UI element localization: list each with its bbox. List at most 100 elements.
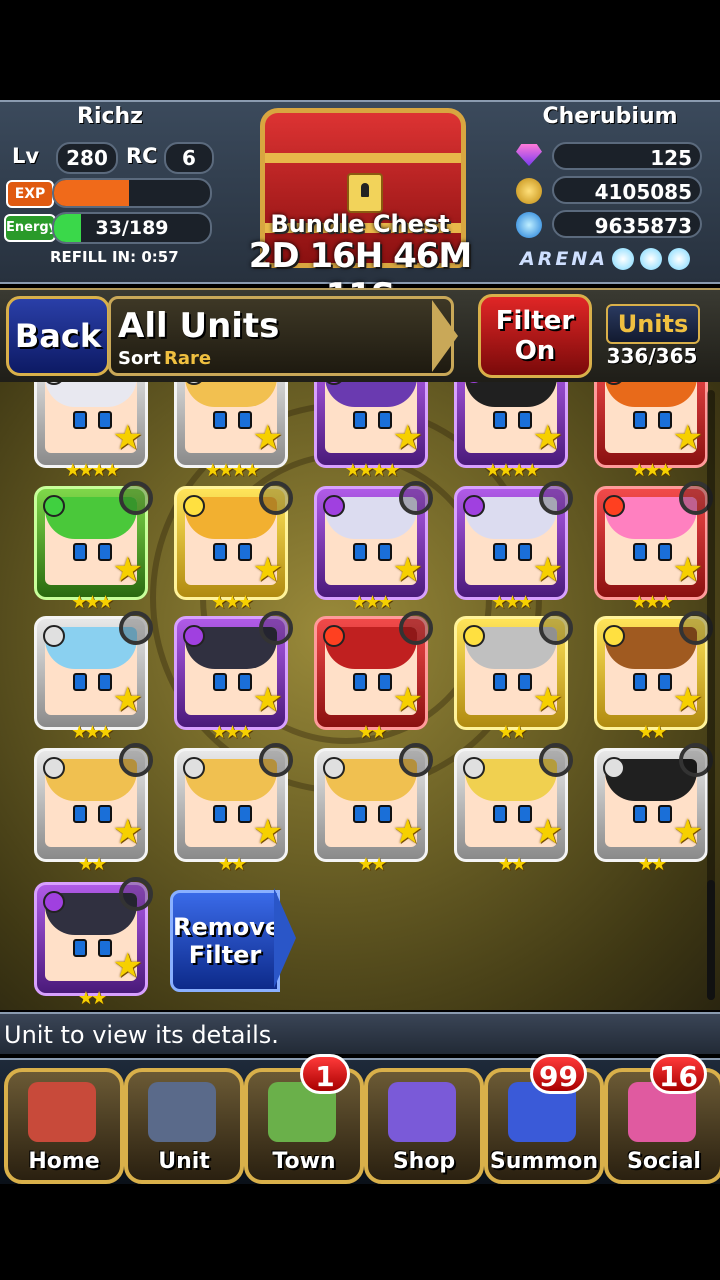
unit-card[interactable]: ★ ★★★ xyxy=(34,481,153,613)
lock-icon xyxy=(347,173,383,213)
favorite-star-icon: ★ xyxy=(112,946,143,986)
select-circle-icon xyxy=(119,481,153,515)
unit-rarity-stars: ★★ xyxy=(77,988,107,1009)
unit-rarity-stars: ★★★★ xyxy=(204,460,261,481)
level-label: Lv xyxy=(12,144,40,168)
notification-badge: 1 xyxy=(300,1054,350,1094)
arena-orb-icon xyxy=(612,248,634,270)
zel-count: 4105085 xyxy=(552,176,702,204)
energy-bar: 33/189 xyxy=(52,212,212,244)
level-value: 280 xyxy=(56,142,118,174)
favorite-star-icon: ★ xyxy=(252,418,283,458)
sort-value[interactable]: Rare xyxy=(164,348,211,369)
refill-timer: REFILL IN: 0:57 xyxy=(50,248,179,266)
favorite-star-icon: ★ xyxy=(392,812,423,852)
remove-filter-line2: Filter xyxy=(188,941,262,969)
unit-rarity-stars: ★★★ xyxy=(491,592,533,613)
nav-label: Town xyxy=(272,1149,336,1174)
page-title: All Units xyxy=(118,306,280,346)
unit-card[interactable]: ★ ★★★ xyxy=(594,382,708,481)
unit-card[interactable]: ★ ★★ xyxy=(454,611,573,743)
favorite-star-icon: ★ xyxy=(532,812,563,852)
element-icon xyxy=(323,625,345,647)
element-icon xyxy=(603,757,625,779)
unit-card[interactable]: ★ ★★★★ xyxy=(454,382,568,481)
unit-rarity-stars: ★★★ xyxy=(631,592,673,613)
notification-badge: 16 xyxy=(650,1054,707,1094)
gem-count: 125 xyxy=(552,142,702,170)
exp-bar xyxy=(52,178,212,208)
element-icon xyxy=(463,625,485,647)
unit-card[interactable]: ★ ★★ xyxy=(454,743,573,875)
unit-rarity-stars: ★★ xyxy=(497,722,527,743)
favorite-star-icon: ★ xyxy=(532,418,563,458)
unit-card[interactable]: ★ ★★ xyxy=(174,743,293,875)
rc-value: 6 xyxy=(164,142,214,174)
select-circle-icon xyxy=(259,611,293,645)
element-icon xyxy=(183,757,205,779)
favorite-star-icon: ★ xyxy=(532,550,563,590)
unit-card[interactable]: ★ ★★ xyxy=(594,611,713,743)
exp-label: EXP xyxy=(6,180,54,208)
scrollbar-thumb[interactable] xyxy=(707,880,715,1000)
favorite-star-icon: ★ xyxy=(392,550,423,590)
unit-card[interactable]: ★ ★★★★ xyxy=(174,382,288,481)
element-icon xyxy=(463,757,485,779)
select-circle-icon xyxy=(259,481,293,515)
unit-card[interactable]: ★ ★★ xyxy=(34,877,153,1009)
sort-label[interactable]: Sort xyxy=(118,348,161,369)
favorite-star-icon: ★ xyxy=(532,680,563,720)
element-icon xyxy=(43,757,65,779)
element-icon xyxy=(323,757,345,779)
unit-card[interactable]: ★ ★★★ xyxy=(594,481,713,613)
back-button[interactable]: Back xyxy=(6,296,110,376)
unit-rarity-stars: ★★ xyxy=(357,722,387,743)
hint-text: Unit to view its details. xyxy=(0,1012,720,1054)
element-icon xyxy=(323,495,345,517)
unit-card[interactable]: ★ ★★★ xyxy=(174,481,293,613)
nav-unit-button[interactable]: Unit xyxy=(124,1068,244,1184)
remove-filter-arrow-icon xyxy=(274,888,296,988)
unit-rarity-stars: ★★★★ xyxy=(64,460,121,481)
unit-card[interactable]: ★ ★★★ xyxy=(34,611,153,743)
title-arrow-icon xyxy=(432,300,458,372)
unit-card[interactable]: ★ ★★★ xyxy=(454,481,573,613)
energy-label: Energy xyxy=(4,214,57,242)
unit-rarity-stars: ★★★ xyxy=(631,460,673,481)
unit-card[interactable]: ★ ★★ xyxy=(594,743,713,875)
select-circle-icon xyxy=(119,611,153,645)
unit-grid: ★ ★★★★ ★ ★★★★ ★ ★★★★ ★ ★★★★ ★ ★★★ ★ ★★★ ★ ★★★ ★ ★★★ ★ ★★★… xyxy=(0,382,720,1010)
element-icon xyxy=(463,495,485,517)
select-circle-icon xyxy=(399,481,433,515)
filter-button-line1: Filter xyxy=(495,306,575,336)
select-circle-icon xyxy=(119,743,153,777)
zel-icon xyxy=(516,178,542,204)
remove-filter-button[interactable]: Remove Filter xyxy=(170,890,282,992)
favorite-star-icon: ★ xyxy=(112,418,143,458)
favorite-star-icon: ★ xyxy=(252,812,283,852)
unit-card[interactable]: ★ ★★★★ xyxy=(314,382,428,481)
unit-card[interactable]: ★ ★★★ xyxy=(174,611,293,743)
element-icon xyxy=(43,625,65,647)
units-button[interactable]: Units xyxy=(606,304,700,344)
unit-card[interactable]: ★ ★★ xyxy=(314,743,433,875)
nav-home-button[interactable]: Home xyxy=(4,1068,124,1184)
element-icon xyxy=(43,495,65,517)
unit-rarity-stars: ★★★ xyxy=(71,722,113,743)
favorite-star-icon: ★ xyxy=(112,812,143,852)
unit-card[interactable]: ★ ★★ xyxy=(34,743,153,875)
favorite-star-icon: ★ xyxy=(112,550,143,590)
unit-rarity-stars: ★★★★ xyxy=(344,460,401,481)
remove-filter-line1: Remove xyxy=(173,913,282,941)
select-circle-icon xyxy=(119,877,153,911)
unit-rarity-stars: ★★★ xyxy=(71,592,113,613)
element-icon xyxy=(183,495,205,517)
unit-rarity-stars: ★★★ xyxy=(211,592,253,613)
nav-shop-button[interactable]: Shop xyxy=(364,1068,484,1184)
element-icon xyxy=(603,625,625,647)
unit-card[interactable]: ★ ★★★ xyxy=(314,481,433,613)
filter-button[interactable]: Filter On xyxy=(478,294,592,378)
unit-card[interactable]: ★ ★★★★ xyxy=(34,382,148,481)
unit-card[interactable]: ★ ★★ xyxy=(314,611,433,743)
unit-rarity-stars: ★★ xyxy=(497,854,527,875)
